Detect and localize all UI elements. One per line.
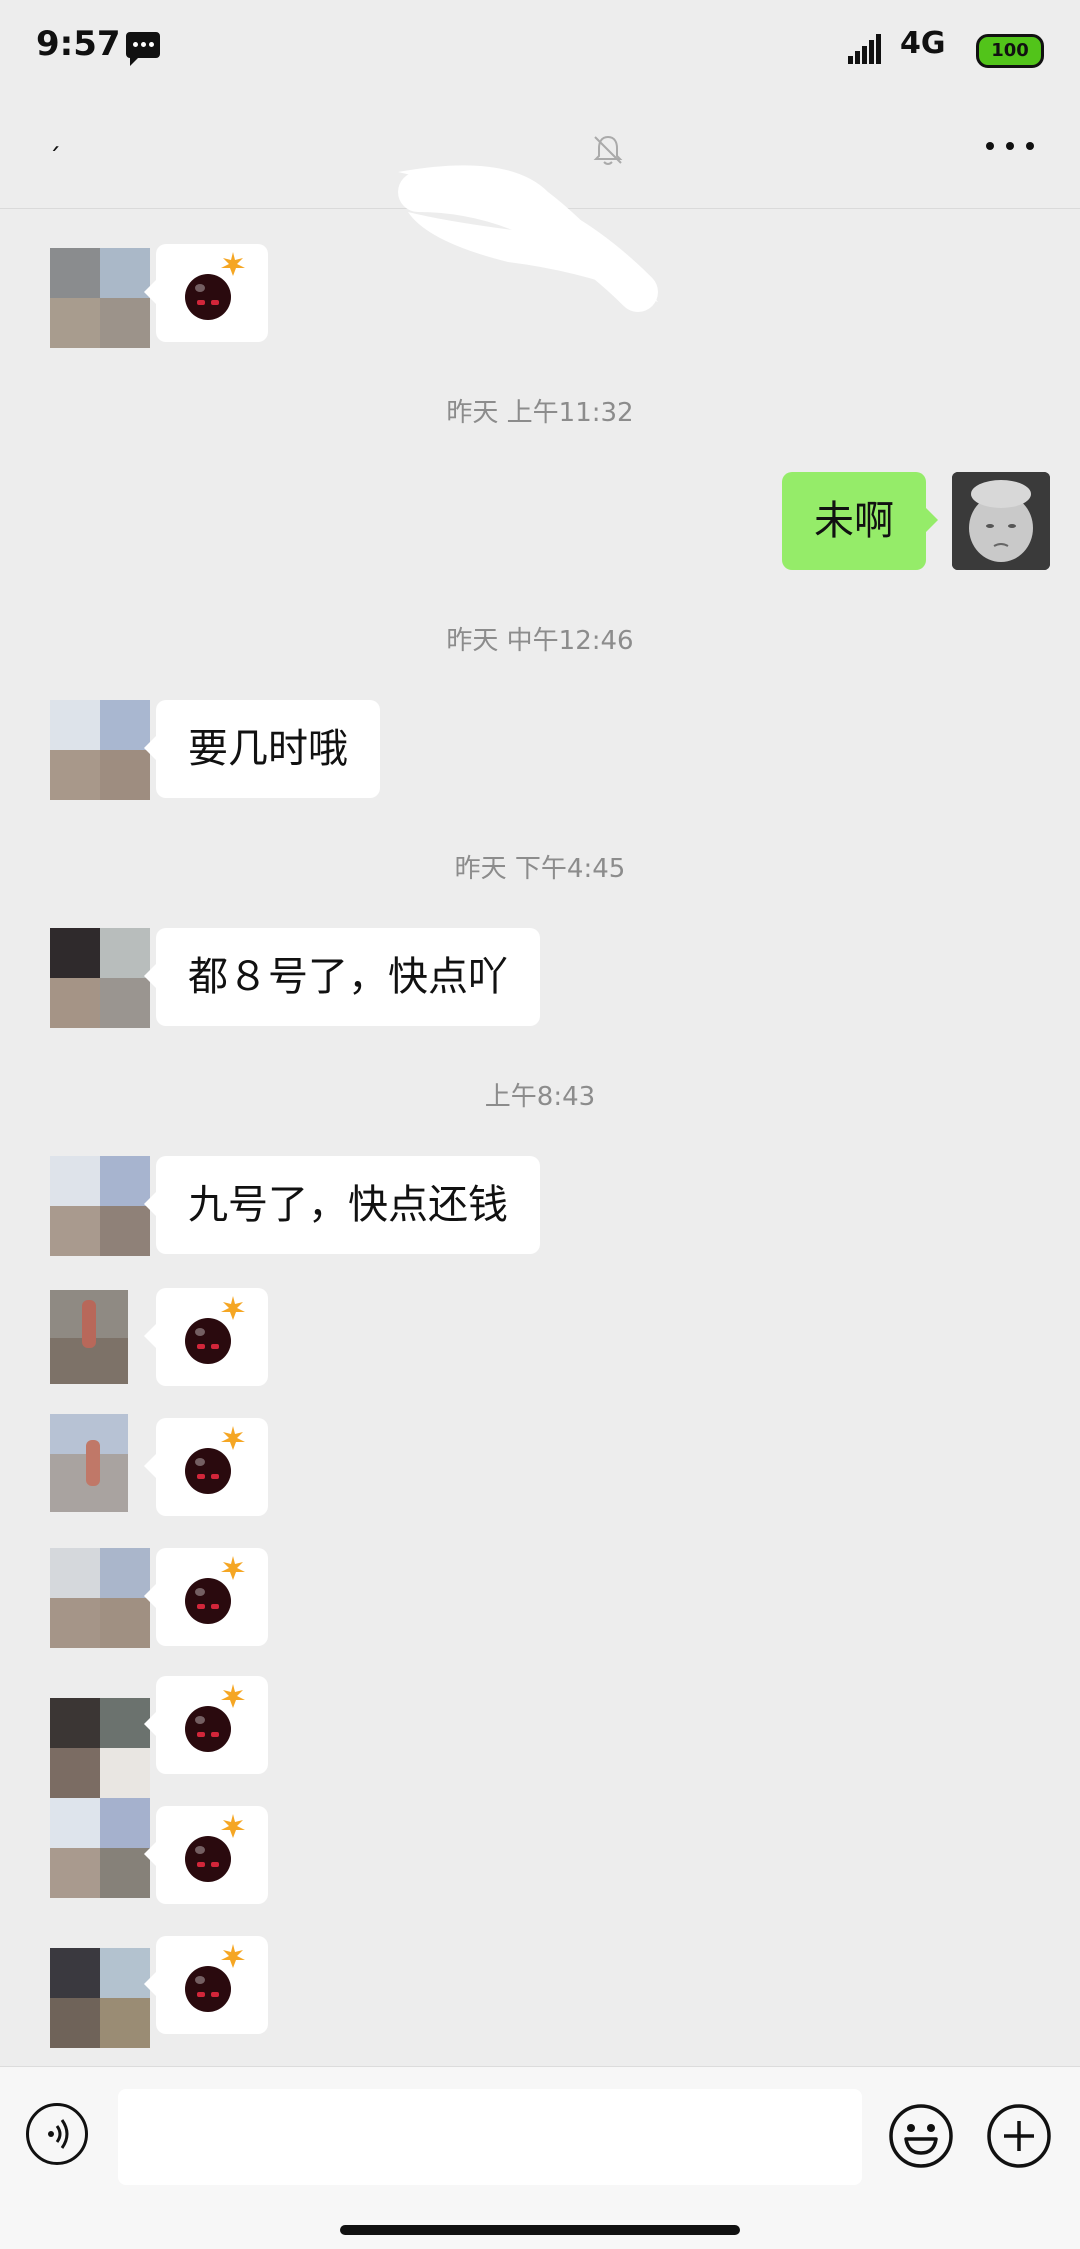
my-avatar[interactable] (952, 472, 1050, 570)
bomb-icon (185, 1556, 245, 1624)
contact-avatar[interactable] (50, 1414, 128, 1512)
voice-icon[interactable] (26, 2103, 88, 2165)
input-bar (0, 2066, 1080, 2249)
battery-icon: 100 (976, 34, 1044, 68)
redaction-scribble (398, 165, 658, 312)
bomb-icon (185, 1814, 245, 1882)
emoji-icon[interactable] (888, 2103, 954, 2169)
bomb-icon (185, 252, 245, 320)
message-input[interactable] (118, 2089, 862, 2185)
contact-avatar[interactable] (50, 1948, 150, 2048)
message-notification-icon (126, 32, 160, 66)
battery-level: 100 (991, 40, 1029, 61)
signal-icon (848, 30, 888, 64)
timestamp: 上午8:43 (484, 1082, 596, 1112)
bomb-emoji-message[interactable] (144, 1418, 268, 1516)
plus-icon[interactable] (986, 2103, 1052, 2169)
network-type: 4G (900, 26, 946, 61)
contact-avatar[interactable] (50, 928, 150, 1028)
bomb-emoji-message[interactable] (144, 244, 268, 342)
bomb-emoji-message[interactable] (144, 1936, 268, 2034)
contact-avatar[interactable] (50, 1156, 150, 1256)
contact-text-message[interactable]: 要几时哦 (144, 700, 380, 798)
bomb-icon (185, 1296, 245, 1364)
status-bar: 9:57 4G 100 (0, 0, 1080, 92)
timestamp: 昨天 中午12:46 (446, 626, 634, 656)
contact-avatar[interactable] (50, 1290, 128, 1384)
contact-avatar[interactable] (50, 700, 150, 800)
contact-avatar[interactable] (50, 1698, 150, 1798)
contact-avatar[interactable] (50, 1548, 150, 1648)
chat-header: ˏ (0, 92, 1080, 312)
contact-text-message[interactable]: 都８号了，快点吖 (144, 928, 540, 1026)
home-indicator[interactable] (340, 2225, 740, 2235)
contact-avatar[interactable] (50, 248, 150, 348)
timestamp: 昨天 上午11:32 (446, 398, 634, 428)
contact-avatar[interactable] (50, 1798, 150, 1898)
bomb-icon (185, 1944, 245, 2012)
bomb-emoji-message[interactable] (144, 1548, 268, 1646)
bomb-emoji-message[interactable] (144, 1806, 268, 1904)
back-icon[interactable]: ˏ (48, 122, 68, 152)
timestamp: 昨天 下午4:45 (454, 854, 626, 884)
contact-text-message[interactable]: 九号了，快点还钱 (144, 1156, 540, 1254)
bomb-icon (185, 1684, 245, 1752)
bomb-emoji-message[interactable] (144, 1676, 268, 1774)
status-time: 9:57 (36, 24, 121, 64)
my-text-message[interactable]: 未啊 (782, 472, 938, 570)
more-icon[interactable] (986, 142, 1036, 154)
bomb-emoji-message[interactable] (144, 1288, 268, 1386)
bomb-icon (185, 1426, 245, 1494)
